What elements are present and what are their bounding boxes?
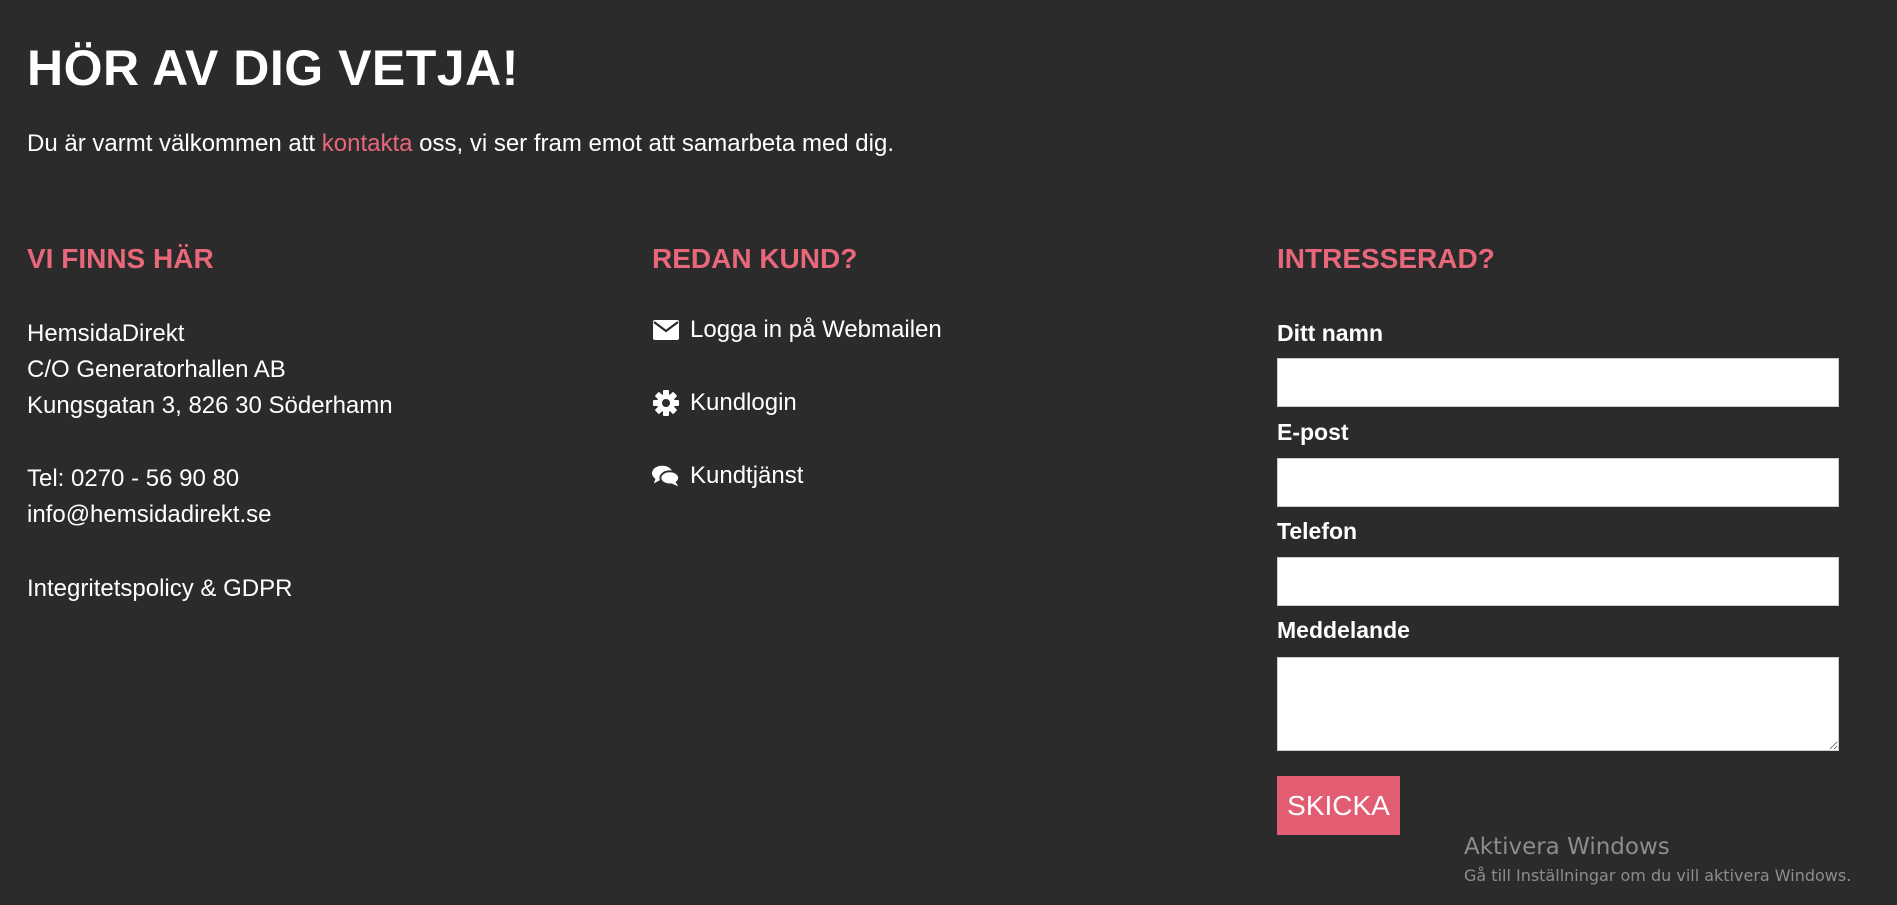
- phone-input[interactable]: [1277, 557, 1839, 606]
- intro-text: Du är varmt välkommen att kontakta oss, …: [27, 130, 894, 159]
- privacy-link[interactable]: Integritetspolicy & GDPR: [27, 571, 292, 607]
- message-textarea[interactable]: [1277, 657, 1839, 751]
- email-label: E-post: [1277, 419, 1349, 445]
- submit-button[interactable]: SKICKA: [1277, 776, 1400, 835]
- address-block: HemsidaDirekt C/O Generatorhallen AB Kun…: [27, 316, 393, 424]
- watermark-title: Aktivera Windows: [1464, 834, 1670, 860]
- intro-before: Du är varmt välkommen att: [27, 130, 322, 157]
- privacy-block: Integritetspolicy & GDPR: [27, 571, 292, 607]
- co-line: C/O Generatorhallen AB: [27, 356, 286, 383]
- name-input[interactable]: [1277, 358, 1839, 407]
- windows-activation-watermark: Aktivera Windows Gå till Inställningar o…: [1464, 834, 1851, 885]
- comments-icon: [652, 462, 680, 490]
- name-label: Ditt namn: [1277, 320, 1384, 346]
- location-title: VI FINNS HÄR: [27, 243, 214, 274]
- intro-after: oss, vi ser fram emot att samarbeta med …: [412, 130, 894, 157]
- email-input[interactable]: [1277, 458, 1839, 507]
- customer-title: REDAN KUND?: [652, 243, 858, 274]
- email-address[interactable]: info@hemsidadirekt.se: [27, 497, 271, 533]
- customer-service-label: Kundtjänst: [690, 462, 804, 489]
- contact-link[interactable]: kontakta: [322, 130, 413, 157]
- interested-title: INTRESSERAD?: [1277, 243, 1495, 274]
- customer-service-link[interactable]: Kundtjänst: [652, 462, 803, 490]
- customer-login-label: Kundlogin: [690, 389, 797, 416]
- customer-login-link[interactable]: Kundlogin: [652, 389, 797, 417]
- company-name: HemsidaDirekt: [27, 320, 185, 347]
- webmail-label: Logga in på Webmailen: [690, 316, 942, 343]
- phone-label: Telefon: [1277, 518, 1358, 544]
- gear-icon: [652, 389, 680, 417]
- webmail-link[interactable]: Logga in på Webmailen: [652, 316, 942, 344]
- phone-number[interactable]: Tel: 0270 - 56 90 80: [27, 461, 271, 497]
- street-address: Kungsgatan 3, 826 30 Söderhamn: [27, 392, 393, 419]
- contact-block: Tel: 0270 - 56 90 80 info@hemsidadirekt.…: [27, 461, 271, 533]
- watermark-subtitle: Gå till Inställningar om du vill aktiver…: [1464, 866, 1852, 885]
- page-title: HÖR AV DIG VETJA!: [27, 40, 519, 96]
- message-label: Meddelande: [1277, 617, 1410, 643]
- envelope-icon: [652, 316, 680, 344]
